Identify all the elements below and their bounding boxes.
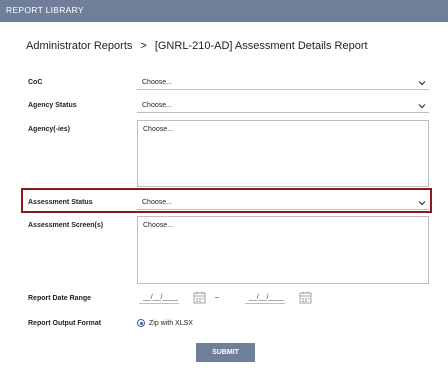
assessment-screens-multiselect-value: Choose...	[143, 222, 173, 229]
start-date-input[interactable]: __/__/____	[139, 292, 179, 304]
breadcrumb-separator: >	[140, 40, 147, 52]
calendar-icon[interactable]	[299, 291, 312, 304]
agency-status-select[interactable]: Choose...	[137, 99, 429, 113]
assessment-status-select[interactable]: Choose...	[137, 196, 429, 210]
report-date-range-label: Report Date Range	[28, 295, 92, 302]
breadcrumb-parent[interactable]: Administrator Reports	[26, 40, 132, 52]
agency-status-select-value: Choose...	[142, 102, 172, 109]
breadcrumb-current: [GNRL-210-AD] Assessment Details Report	[154, 40, 368, 52]
report-output-format-label: Report Output Format	[28, 320, 102, 327]
agencies-multiselect[interactable]: Choose...	[137, 120, 429, 187]
coc-select-value: Choose...	[142, 79, 172, 86]
agencies-label: Agency(-ies)	[28, 126, 71, 133]
assessment-screens-multiselect[interactable]: Choose...	[137, 216, 429, 284]
top-bar: REPORT LIBRARY	[0, 0, 448, 22]
coc-label: CoC	[28, 79, 43, 86]
chevron-down-icon	[418, 104, 426, 109]
end-date-input[interactable]: __/__/____	[245, 292, 285, 304]
chevron-down-icon	[418, 81, 426, 86]
app-title: REPORT LIBRARY	[6, 5, 84, 15]
assessment-status-select-value: Choose...	[142, 199, 172, 206]
agencies-multiselect-value: Choose...	[143, 126, 173, 133]
assessment-status-label: Assessment Status	[28, 199, 93, 206]
coc-select[interactable]: Choose...	[137, 76, 429, 90]
chevron-down-icon	[418, 201, 426, 206]
submit-button[interactable]: SUBMIT	[196, 343, 255, 362]
assessment-screens-label: Assessment Screen(s)	[28, 222, 104, 229]
date-range-separator: –	[215, 294, 219, 301]
breadcrumb: Administrator Reports > [GNRL-210-AD] Asse…	[26, 40, 368, 52]
agency-status-label: Agency Status	[28, 102, 77, 109]
zip-xlsx-radio[interactable]	[137, 319, 145, 327]
calendar-icon[interactable]	[193, 291, 206, 304]
zip-xlsx-radio-label[interactable]: Zip with XLSX	[149, 320, 193, 327]
